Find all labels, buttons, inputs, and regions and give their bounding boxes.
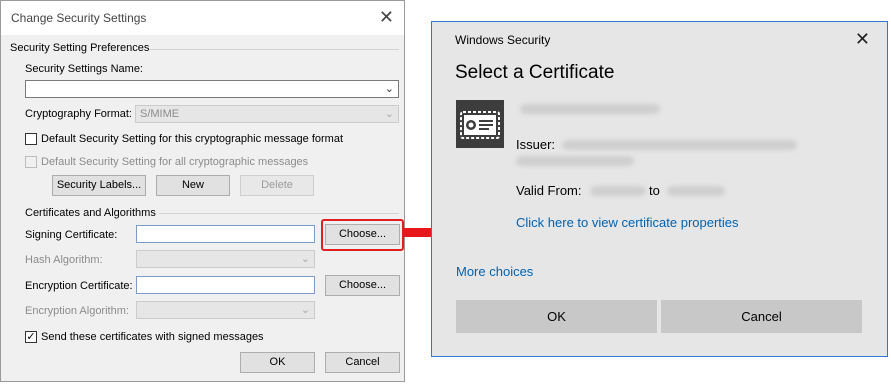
dropdown-arrow-icon: ⌄: [384, 108, 394, 120]
valid-to-label: to: [649, 183, 660, 198]
security-labels-button[interactable]: Security Labels...: [52, 175, 146, 196]
valid-from-date-redacted: [590, 186, 646, 196]
dialog-title: Windows Security: [455, 33, 551, 47]
dialog-titlebar: Change Security Settings ✕: [1, 1, 404, 35]
valid-to-date-redacted: [667, 186, 725, 196]
change-security-settings-dialog: Change Security Settings ✕ Security Sett…: [0, 0, 405, 382]
cryptography-format-select[interactable]: S/MIME ⌄: [135, 105, 399, 123]
group-security-setting-preferences: Security Setting Preferences: [10, 42, 150, 54]
dialog-title: Change Security Settings: [11, 11, 147, 25]
close-icon[interactable]: ✕: [855, 29, 870, 50]
group-divider: [149, 49, 399, 50]
encryption-certificate-field[interactable]: [136, 276, 315, 294]
send-certificates-checkbox[interactable]: ✓: [25, 331, 37, 343]
close-icon[interactable]: ✕: [379, 7, 394, 27]
encryption-algorithm-label: Encryption Algorithm:: [25, 305, 129, 317]
encryption-certificate-label: Encryption Certificate:: [25, 280, 133, 292]
dropdown-arrow-icon: ⌄: [300, 304, 310, 316]
cryptography-format-label: Cryptography Format:: [25, 108, 132, 120]
more-choices-link[interactable]: More choices: [456, 264, 533, 279]
dropdown-arrow-icon: ⌄: [300, 253, 310, 265]
group-certificates-and-algorithms: Certificates and Algorithms: [25, 207, 156, 219]
page-title: Select a Certificate: [455, 62, 615, 83]
valid-from-label: Valid From:: [516, 183, 582, 198]
certificate-name-redacted: [520, 104, 660, 114]
issuer-label: Issuer:: [516, 137, 556, 152]
dropdown-arrow-icon[interactable]: ⌄: [385, 82, 394, 95]
delete-button[interactable]: Delete: [240, 175, 314, 196]
new-button[interactable]: New: [156, 175, 230, 196]
signing-certificate-field[interactable]: [136, 225, 315, 243]
signing-certificate-label: Signing Certificate:: [25, 229, 118, 241]
checkmark-icon: ✓: [26, 331, 36, 343]
ok-button[interactable]: OK: [456, 300, 657, 333]
windows-security-dialog: Windows Security ✕ Select a Certificate …: [431, 21, 888, 357]
signing-choose-button[interactable]: Choose...: [325, 224, 400, 245]
issuer-value-redacted: [562, 140, 797, 150]
hash-algorithm-select[interactable]: ⌄: [136, 250, 315, 268]
group-divider: [159, 213, 399, 214]
default-format-checkbox-label: Default Security Setting for this crypto…: [41, 133, 344, 145]
default-all-checkbox-label: Default Security Setting for all cryptog…: [41, 156, 309, 168]
view-certificate-properties-link[interactable]: Click here to view certificate propertie…: [516, 215, 739, 230]
certificate-icon: [456, 100, 504, 148]
encryption-algorithm-select[interactable]: ⌄: [136, 301, 315, 319]
security-settings-name-combo[interactable]: ⌄: [25, 80, 399, 98]
cancel-button[interactable]: Cancel: [325, 352, 400, 373]
cancel-button[interactable]: Cancel: [661, 300, 862, 333]
issuer-value-redacted: [516, 156, 634, 166]
encryption-choose-button[interactable]: Choose...: [325, 275, 400, 296]
default-format-checkbox[interactable]: [25, 133, 37, 145]
ok-button[interactable]: OK: [240, 352, 315, 373]
security-settings-name-label: Security Settings Name:: [25, 63, 143, 75]
hash-algorithm-label: Hash Algorithm:: [25, 254, 103, 266]
send-certificates-label: Send these certificates with signed mess…: [41, 331, 264, 343]
default-all-checkbox[interactable]: [25, 156, 37, 168]
